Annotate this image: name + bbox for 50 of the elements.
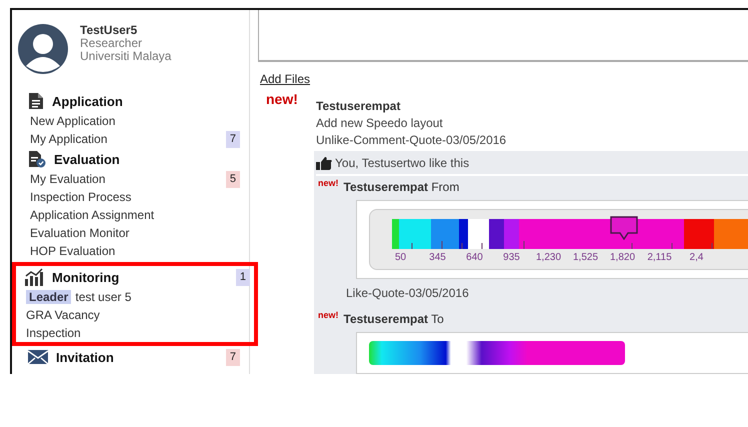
- document-check-icon: [28, 150, 46, 168]
- envelope-icon: [28, 349, 48, 365]
- avatar-icon: [18, 24, 68, 74]
- post-actions[interactable]: Unlike-Comment-Quote-03/05/2016: [316, 132, 748, 149]
- scale-label: 2,4: [688, 252, 704, 262]
- thumbs-up-icon: [316, 156, 332, 170]
- user-organization: Universiti Malaya: [80, 50, 172, 63]
- user-name: TestUser5: [80, 24, 138, 37]
- menu-item[interactable]: HOP Evaluation: [30, 244, 116, 258]
- menu-item[interactable]: Evaluation Monitor: [30, 226, 130, 240]
- new-label: new!: [318, 309, 339, 322]
- menu-item[interactable]: Inspection Process: [30, 190, 132, 204]
- menu-item[interactable]: Inspection: [26, 326, 81, 340]
- document-icon: [28, 92, 44, 110]
- new-label: new!: [318, 177, 339, 190]
- likes-text: You, Testusertwo like this: [335, 154, 470, 172]
- comment-heading: Testuserempat From: [344, 180, 460, 194]
- post-text: Add new Speedo layout: [316, 115, 444, 132]
- menu-item[interactable]: My Application: [30, 132, 108, 146]
- scale-label: 1,820: [608, 252, 636, 262]
- section-title[interactable]: Application: [52, 94, 123, 108]
- menu-item[interactable]: GRA Vacancy: [26, 308, 100, 322]
- menu-item[interactable]: test user 5: [75, 290, 132, 304]
- new-label: new!: [266, 92, 299, 106]
- bar-chart-icon: [24, 268, 44, 286]
- scale-label: 2,115: [646, 252, 673, 262]
- section-title[interactable]: Invitation: [56, 350, 114, 364]
- marker-icon: [610, 216, 638, 240]
- section-title[interactable]: Evaluation: [54, 152, 120, 166]
- text-editor[interactable]: [258, 10, 748, 62]
- scale-label: 345: [428, 252, 447, 262]
- section-title[interactable]: Monitoring: [52, 270, 120, 284]
- comment-heading: Testuserempat To: [344, 312, 444, 326]
- menu-item[interactable]: My Evaluation: [30, 172, 106, 186]
- menu-item[interactable]: Application Assignment: [30, 208, 154, 222]
- role-tag: Leader: [26, 290, 72, 304]
- scale-label: 1,525: [572, 252, 600, 262]
- count-badge: 7: [226, 348, 240, 366]
- scale-label: 935: [502, 252, 521, 262]
- scale-label: 1,230: [534, 252, 562, 262]
- scale-label: 640: [465, 252, 484, 262]
- user-role: Researcher: [80, 37, 144, 50]
- add-files-link[interactable]: Add Files: [260, 72, 748, 86]
- count-badge: 7: [226, 130, 240, 148]
- scale-label: 50: [394, 252, 408, 262]
- menu-item[interactable]: New Application: [30, 114, 116, 128]
- author-name[interactable]: Testuserempat: [316, 98, 748, 115]
- comment-actions[interactable]: Like-Quote-03/05/2016: [316, 279, 748, 308]
- count-badge: 1: [236, 268, 250, 286]
- count-badge: 5: [226, 170, 240, 188]
